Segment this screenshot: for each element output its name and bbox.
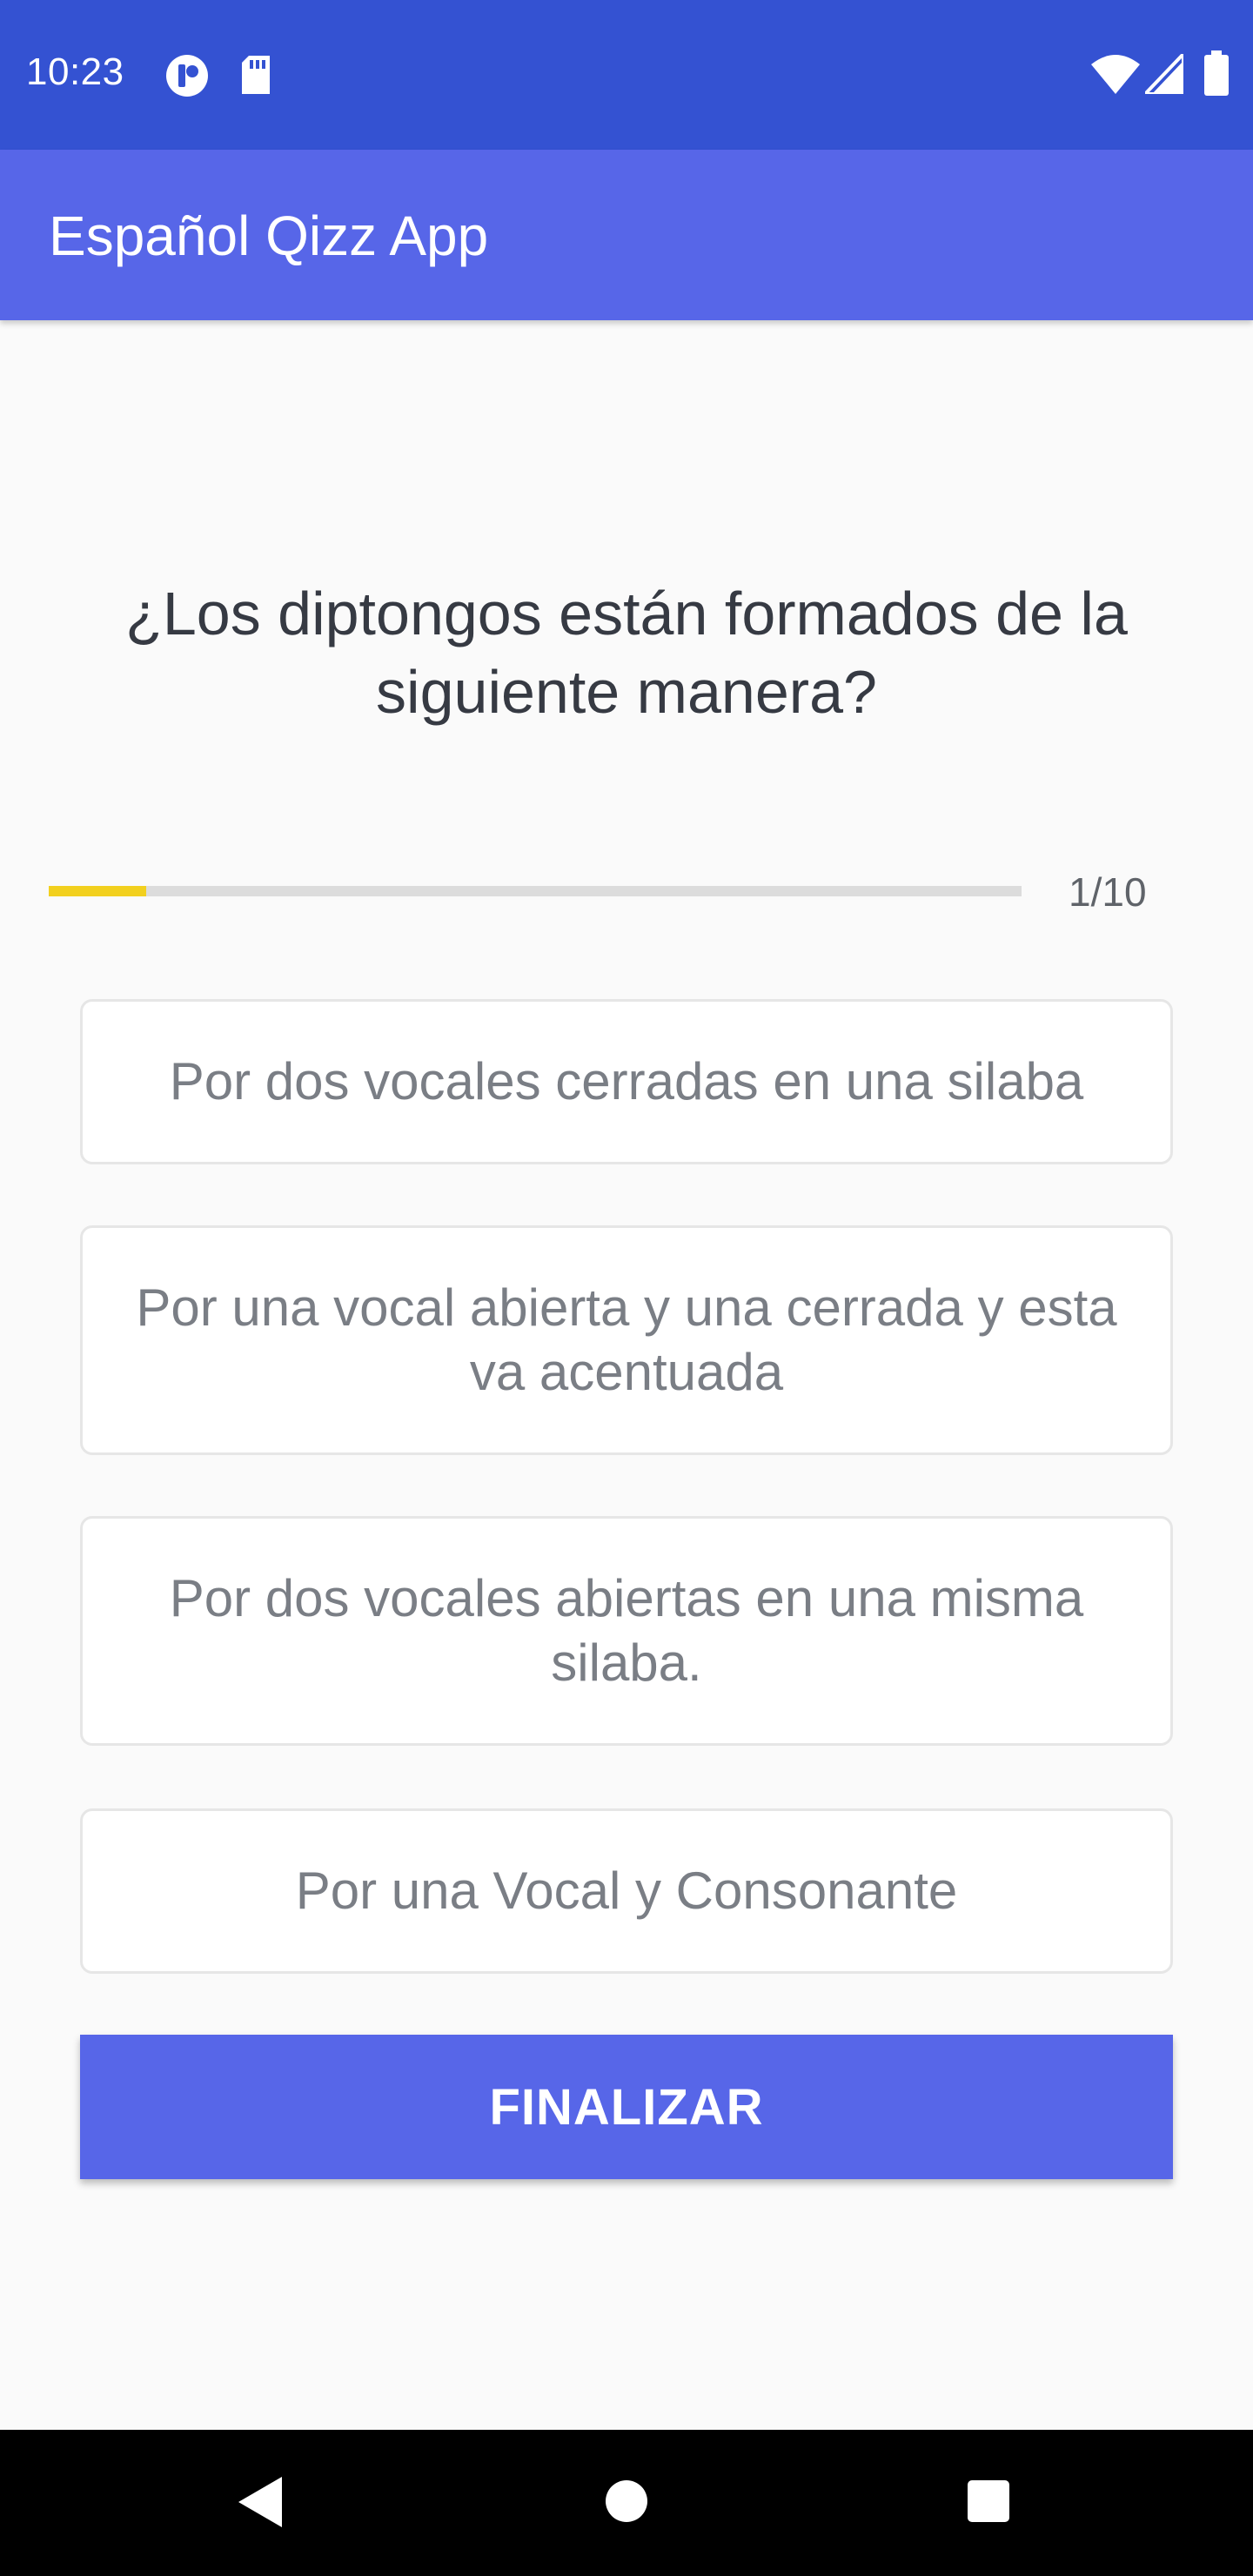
notification-app-icon	[165, 54, 211, 102]
navigation-bar	[0, 2430, 1253, 2576]
recents-icon[interactable]	[966, 2479, 1011, 2528]
finish-button[interactable]: FINALIZAR	[80, 2035, 1173, 2179]
status-bar: 10:23	[0, 0, 1253, 150]
battery-icon	[1204, 50, 1229, 100]
back-icon[interactable]	[235, 2475, 285, 2533]
option-4[interactable]: Por una Vocal y Consonante	[80, 1808, 1173, 1974]
option-3[interactable]: Por dos vocales abiertas en una misma si…	[80, 1516, 1173, 1746]
app-bar: Español Qizz App	[0, 150, 1253, 320]
wifi-icon	[1091, 54, 1140, 98]
option-1[interactable]: Por dos vocales cerradas en una silaba	[80, 999, 1173, 1164]
option-2[interactable]: Por una vocal abierta y una cerrada y es…	[80, 1225, 1173, 1455]
progress-label: 1/10	[1069, 869, 1147, 915]
app-title: Español Qizz App	[49, 205, 489, 267]
home-icon[interactable]	[604, 2479, 649, 2528]
question-text: ¿Los diptongos están formados de la sigu…	[125, 580, 1128, 726]
sd-card-icon	[240, 56, 271, 98]
progress-fill	[49, 886, 146, 896]
status-time: 10:23	[26, 50, 124, 93]
progress-bar	[49, 886, 1022, 896]
signal-icon	[1141, 50, 1185, 98]
